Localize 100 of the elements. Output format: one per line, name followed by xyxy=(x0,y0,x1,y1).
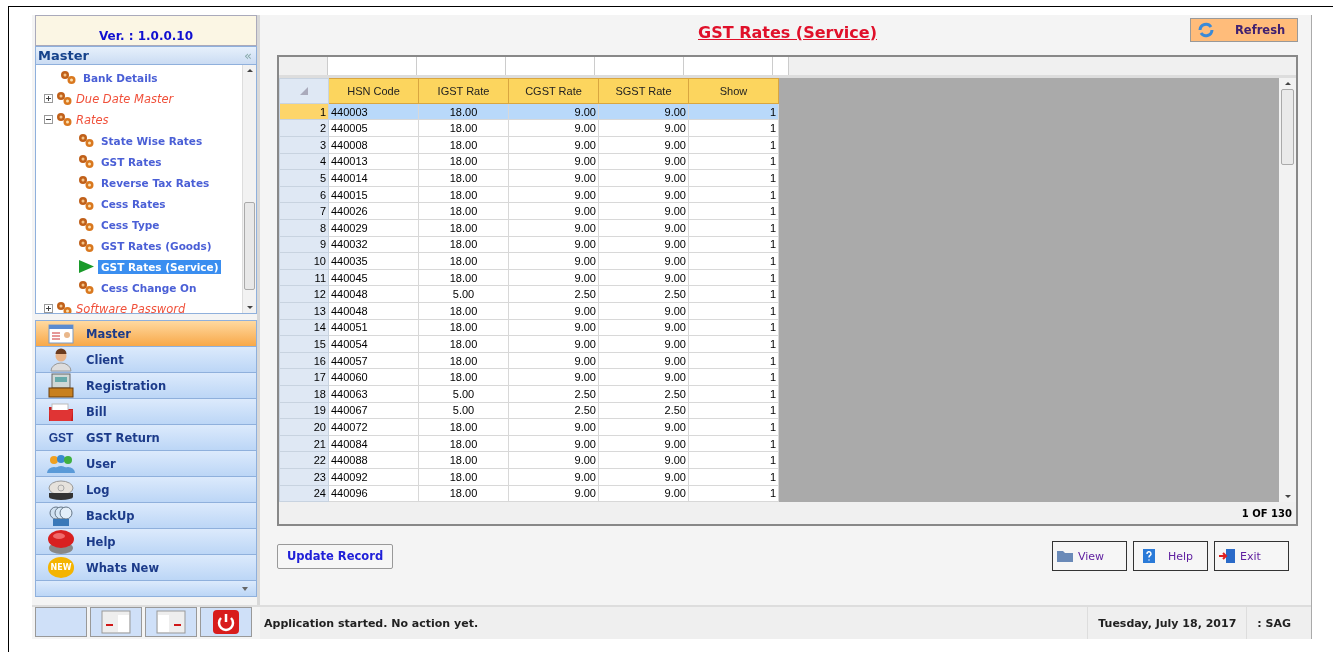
help-button[interactable]: Help xyxy=(1133,541,1208,571)
push-button-icon xyxy=(46,527,76,556)
tree-folder[interactable]: Software Password xyxy=(76,301,186,313)
table-row[interactable]: 5 440014 18.00 9.00 9.00 1 xyxy=(279,169,779,187)
tree-item[interactable]: GST Rates (Goods) xyxy=(98,238,215,253)
filter-field[interactable] xyxy=(417,57,506,75)
expand-toggle-icon[interactable] xyxy=(44,94,53,103)
table-row[interactable]: 3 440008 18.00 9.00 9.00 1 xyxy=(279,136,779,154)
filter-field[interactable] xyxy=(506,57,595,75)
collapse-toggle-icon[interactable] xyxy=(44,115,53,124)
nav-item[interactable]: NEW Whats New xyxy=(36,555,256,581)
table-row[interactable]: 17 440060 18.00 9.00 9.00 1 xyxy=(279,368,779,386)
nav-item[interactable]: Registration xyxy=(36,373,256,399)
toolbar-button[interactable] xyxy=(35,607,87,637)
table-row[interactable]: 2 440005 18.00 9.00 9.00 1 xyxy=(279,120,779,137)
table-row[interactable]: 18 440063 5.00 2.50 2.50 1 xyxy=(279,385,779,403)
nav-label: GST Return xyxy=(86,430,160,445)
column-header[interactable]: CGST Rate xyxy=(508,78,599,104)
refresh-button[interactable]: Refresh xyxy=(1190,18,1298,42)
table-row[interactable]: 21 440084 18.00 9.00 9.00 1 xyxy=(279,435,779,452)
nav-item[interactable]: Master xyxy=(36,321,256,347)
gears-icon xyxy=(78,238,95,253)
column-header[interactable]: SGST Rate xyxy=(598,78,689,104)
table-row[interactable]: 7 440026 18.00 9.00 9.00 1 xyxy=(279,202,779,220)
nav-item[interactable]: BackUp xyxy=(36,503,256,529)
nav-label: User xyxy=(86,456,116,471)
table-row[interactable]: 10 440035 18.00 9.00 9.00 1 xyxy=(279,252,779,270)
gears-icon xyxy=(56,112,73,127)
gears-icon xyxy=(78,133,95,148)
table-row[interactable]: 4 440013 18.00 9.00 9.00 1 xyxy=(279,153,779,170)
table-row[interactable]: 13 440048 18.00 9.00 9.00 1 xyxy=(279,302,779,320)
toolbar-button[interactable] xyxy=(145,607,197,637)
tree-item[interactable]: Bank Details xyxy=(80,70,161,85)
person-icon xyxy=(49,347,73,372)
table-row[interactable]: 11 440045 18.00 9.00 9.00 1 xyxy=(279,269,779,286)
column-header[interactable]: Show xyxy=(688,78,779,104)
column-header[interactable]: HSN Code xyxy=(328,78,419,104)
gears-icon xyxy=(60,70,77,85)
window-icon xyxy=(101,610,131,634)
tree-item[interactable]: GST Rates xyxy=(98,154,165,169)
tree-item[interactable]: Reverse Tax Rates xyxy=(98,175,213,190)
table-row[interactable]: 1 440003 18.00 9.00 9.00 1 xyxy=(279,103,779,120)
filter-field[interactable] xyxy=(684,57,773,75)
nav-label: Log xyxy=(86,482,110,497)
toolbar-button[interactable] xyxy=(90,607,142,637)
table-row[interactable]: 19 440067 5.00 2.50 2.50 1 xyxy=(279,402,779,419)
tree-item[interactable]: Cess Rates xyxy=(98,196,169,211)
gears-icon xyxy=(78,217,95,232)
table-row[interactable]: 9 440032 18.00 9.00 9.00 1 xyxy=(279,236,779,253)
gears-icon xyxy=(78,280,95,295)
nav-item[interactable]: Bill xyxy=(36,399,256,425)
status-message: Application started. No action yet. xyxy=(263,616,480,630)
tree-item[interactable]: State Wise Rates xyxy=(98,133,206,148)
update-record-button[interactable]: Update Record xyxy=(277,543,394,569)
gears-icon xyxy=(78,154,95,169)
select-all-icon[interactable] xyxy=(300,86,308,95)
nav-item[interactable]: User xyxy=(36,451,256,477)
new-badge: NEW xyxy=(47,557,75,578)
folder-icon xyxy=(48,401,74,422)
cash-register-icon xyxy=(48,372,74,399)
tree-item[interactable]: Cess Change On xyxy=(98,280,200,295)
table-row[interactable]: 22 440088 18.00 9.00 9.00 1 xyxy=(279,451,779,469)
expand-toggle-icon[interactable] xyxy=(44,304,53,313)
scrollbar[interactable] xyxy=(1279,77,1296,503)
table-row[interactable]: 14 440051 18.00 9.00 9.00 1 xyxy=(279,319,779,336)
nav-item[interactable]: Help xyxy=(36,529,256,555)
play-icon xyxy=(78,259,95,274)
filter-field[interactable] xyxy=(595,57,684,75)
nav-label: Help xyxy=(86,534,116,549)
scrollbar[interactable] xyxy=(242,65,256,313)
table-row[interactable]: 24 440096 18.00 9.00 9.00 1 xyxy=(279,485,779,502)
nav-label: Master xyxy=(86,326,132,341)
form-icon xyxy=(48,322,74,345)
table-row[interactable]: 12 440048 5.00 2.50 2.50 1 xyxy=(279,285,779,303)
table-row[interactable]: 20 440072 18.00 9.00 9.00 1 xyxy=(279,418,779,436)
column-header[interactable]: IGST Rate xyxy=(418,78,509,104)
tree-item[interactable]: Cess Type xyxy=(98,217,163,232)
filter-field[interactable] xyxy=(328,57,417,75)
nav-item[interactable]: Log xyxy=(36,477,256,503)
power-button[interactable] xyxy=(200,607,252,637)
exit-button[interactable]: Exit xyxy=(1214,541,1289,571)
tree-folder[interactable]: Rates xyxy=(76,112,109,127)
table-row[interactable]: 23 440092 18.00 9.00 9.00 1 xyxy=(279,468,779,486)
nav-item[interactable]: GST GST Return xyxy=(36,425,256,451)
nav-item[interactable]: Client xyxy=(36,347,256,373)
tree-folder[interactable]: Due Date Master xyxy=(76,91,174,106)
gears-icon xyxy=(78,175,95,190)
filter-field[interactable] xyxy=(773,57,789,75)
nav-label: Whats New xyxy=(86,560,160,575)
table-row[interactable]: 8 440029 18.00 9.00 9.00 1 xyxy=(279,219,779,237)
status-user: : SAG xyxy=(1246,607,1311,639)
nav-label: Client xyxy=(86,352,124,367)
exit-door-icon xyxy=(1218,548,1236,564)
table-row[interactable]: 15 440054 18.00 9.00 9.00 1 xyxy=(279,335,779,353)
table-row[interactable]: 6 440015 18.00 9.00 9.00 1 xyxy=(279,186,779,203)
status-date: Tuesday, July 18, 2017 xyxy=(1087,607,1247,639)
caret-icon[interactable] xyxy=(242,586,248,591)
gears-icon xyxy=(78,196,95,211)
view-button[interactable]: View xyxy=(1052,541,1127,571)
table-row[interactable]: 16 440057 18.00 9.00 9.00 1 xyxy=(279,352,779,369)
